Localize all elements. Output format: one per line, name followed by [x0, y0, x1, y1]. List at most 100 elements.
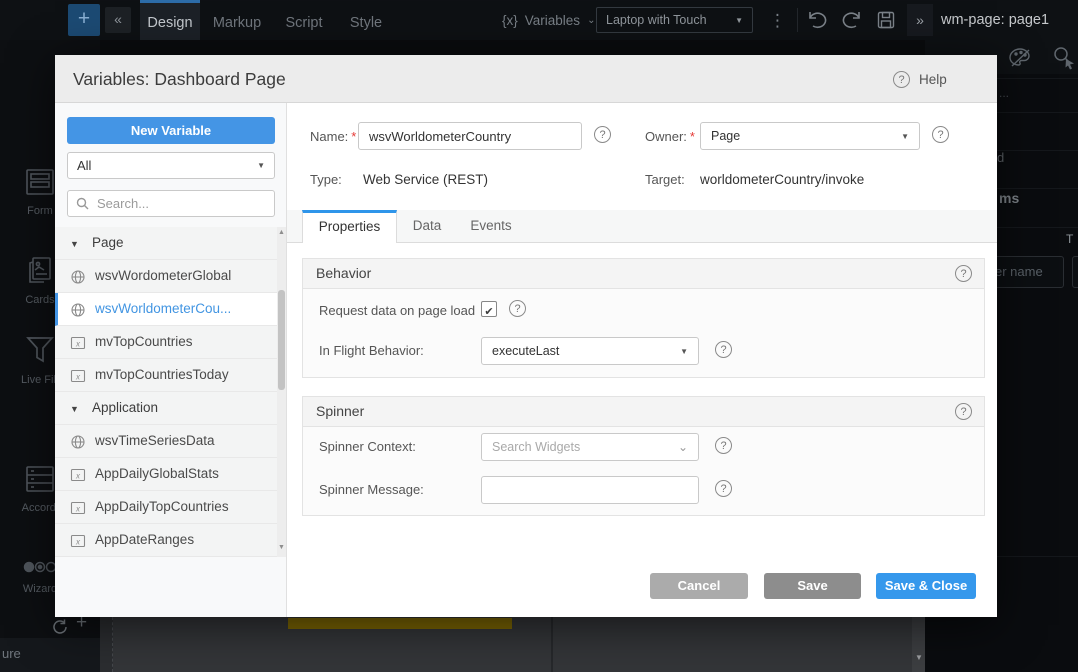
chevron-down-icon: ⌄	[678, 440, 688, 454]
variables-menu[interactable]: {x} Variables ⌄	[502, 0, 595, 40]
list-scrollbar[interactable]	[277, 227, 286, 557]
collapse-arrow-icon: ▼	[70, 239, 79, 249]
save-close-button[interactable]: Save & Close	[876, 573, 976, 599]
chevron-down-icon: ▼	[257, 161, 265, 170]
help-link[interactable]: Help	[919, 71, 947, 88]
form-icon	[25, 168, 55, 196]
spinner-context-placeholder: Search Widgets	[492, 440, 580, 454]
web-service-icon	[70, 302, 86, 318]
variable-item-selected[interactable]: wsvWorldometerCou...	[55, 293, 286, 326]
wizard-icon	[22, 560, 58, 574]
inflight-label: In Flight Behavior:	[319, 343, 424, 358]
variable-item[interactable]: x AppDailyGlobalStats	[55, 458, 286, 491]
web-service-icon	[70, 434, 86, 450]
panel-input[interactable]	[1072, 256, 1078, 288]
search-icon	[76, 197, 89, 210]
model-variable-icon: x	[70, 335, 86, 351]
variable-item[interactable]: wsvWordometerGlobal	[55, 260, 286, 293]
variable-group-page[interactable]: ▼ Page	[55, 227, 286, 260]
inspect-cursor-icon[interactable]	[1050, 44, 1076, 70]
request-data-label: Request data on page load	[319, 303, 475, 318]
undo-icon[interactable]	[806, 10, 828, 30]
variable-item[interactable]: x mvTopCountriesToday	[55, 359, 286, 392]
owner-select-value: Page	[711, 129, 740, 143]
scroll-down-icon[interactable]: ▼	[915, 653, 923, 662]
model-variable-icon: x	[70, 467, 86, 483]
cancel-button[interactable]: Cancel	[650, 573, 748, 599]
tab-markup[interactable]: Markup	[205, 0, 269, 40]
section-help-icon[interactable]: ?	[955, 265, 972, 282]
help-icon[interactable]: ?	[893, 71, 910, 88]
variable-filter-value: All	[77, 158, 91, 173]
svg-text:x: x	[75, 505, 81, 514]
variable-search[interactable]	[67, 190, 275, 217]
spinner-section: Spinner ? Spinner Context: Search Widget…	[302, 396, 985, 516]
save-button[interactable]: Save	[764, 573, 861, 599]
device-selector[interactable]: Laptop with Touch ▼	[596, 7, 753, 33]
panel-text-fragment: ...	[999, 86, 1009, 100]
tab-design[interactable]: Design	[140, 0, 200, 40]
svg-text:x: x	[75, 340, 81, 349]
variable-filter-select[interactable]: All ▼	[67, 152, 275, 179]
inflight-select[interactable]: executeLast ▼	[481, 337, 699, 365]
owner-select[interactable]: Page ▼	[700, 122, 920, 150]
field-help-icon[interactable]: ?	[932, 126, 949, 143]
panel-text-fragment: d	[997, 150, 1004, 165]
field-help-icon[interactable]: ?	[594, 126, 611, 143]
refresh-icon[interactable]	[52, 619, 68, 635]
redo-icon[interactable]	[841, 10, 863, 30]
behavior-section-title: Behavior	[316, 259, 371, 288]
svg-text:x: x	[75, 472, 81, 481]
chevron-down-icon: ▼	[735, 16, 743, 25]
chevron-down-icon: ▼	[680, 347, 688, 356]
scroll-down-icon[interactable]: ▼	[278, 544, 285, 551]
save-icon[interactable]	[876, 10, 896, 30]
owner-label: Owner:*	[645, 129, 695, 144]
search-input[interactable]	[95, 195, 249, 212]
variable-item[interactable]: x AppDailyTopCountries	[55, 491, 286, 524]
collapse-left-icon[interactable]: «	[105, 7, 131, 33]
tab-style[interactable]: Style	[340, 0, 392, 40]
scroll-up-icon[interactable]: ▲	[278, 229, 285, 236]
canvas-scrollbar[interactable]	[912, 617, 925, 672]
expand-right-icon[interactable]: »	[907, 4, 933, 36]
panel-name-input[interactable]: er name	[988, 256, 1064, 288]
canvas-left-ruler	[100, 617, 113, 672]
target-label: Target:	[645, 172, 685, 187]
variable-item[interactable]: wsvTimeSeriesData	[55, 425, 286, 458]
toolbar-divider	[797, 8, 798, 32]
top-toolbar: + « Design Markup Script Style {x} Varia…	[0, 0, 1078, 40]
card-icon	[25, 255, 55, 285]
section-help-icon[interactable]: ?	[955, 403, 972, 420]
tab-events[interactable]: Events	[457, 210, 525, 242]
more-options-icon[interactable]: ⋮	[769, 11, 786, 31]
variable-group-application[interactable]: ▼ Application	[55, 392, 286, 425]
field-help-icon[interactable]: ?	[715, 437, 732, 454]
bottom-text-fragment: ure	[2, 646, 21, 661]
model-variable-icon: x	[70, 368, 86, 384]
variable-item[interactable]: x mvTopCountries	[55, 326, 286, 359]
add-page-button[interactable]: +	[68, 4, 100, 36]
field-help-icon[interactable]: ?	[715, 341, 732, 358]
field-help-icon[interactable]: ?	[715, 480, 732, 497]
spinner-context-select[interactable]: Search Widgets ⌄	[481, 433, 699, 461]
variable-item[interactable]: x AppDateRanges	[55, 524, 286, 557]
tab-data[interactable]: Data	[397, 210, 457, 242]
required-mark: *	[351, 129, 356, 144]
canvas-panel-divider	[551, 617, 553, 672]
new-variable-button[interactable]: New Variable	[67, 117, 275, 144]
model-variable-icon: x	[70, 500, 86, 516]
check-icon: ✔	[484, 306, 493, 318]
list-scrollbar-thumb[interactable]	[278, 290, 285, 390]
field-help-icon[interactable]: ?	[509, 300, 526, 317]
spinner-message-input[interactable]	[481, 476, 699, 504]
palette-icon[interactable]	[1007, 46, 1033, 70]
target-value: worldometerCountry/invoke	[700, 172, 864, 187]
tab-script[interactable]: Script	[276, 0, 332, 40]
inflight-select-value: executeLast	[492, 344, 559, 358]
variables-menu-label: Variables	[525, 13, 580, 28]
request-data-checkbox[interactable]: ✔	[481, 301, 497, 317]
name-input[interactable]	[358, 122, 582, 150]
tab-properties[interactable]: Properties	[302, 210, 397, 243]
collapse-arrow-icon: ▼	[70, 404, 79, 414]
